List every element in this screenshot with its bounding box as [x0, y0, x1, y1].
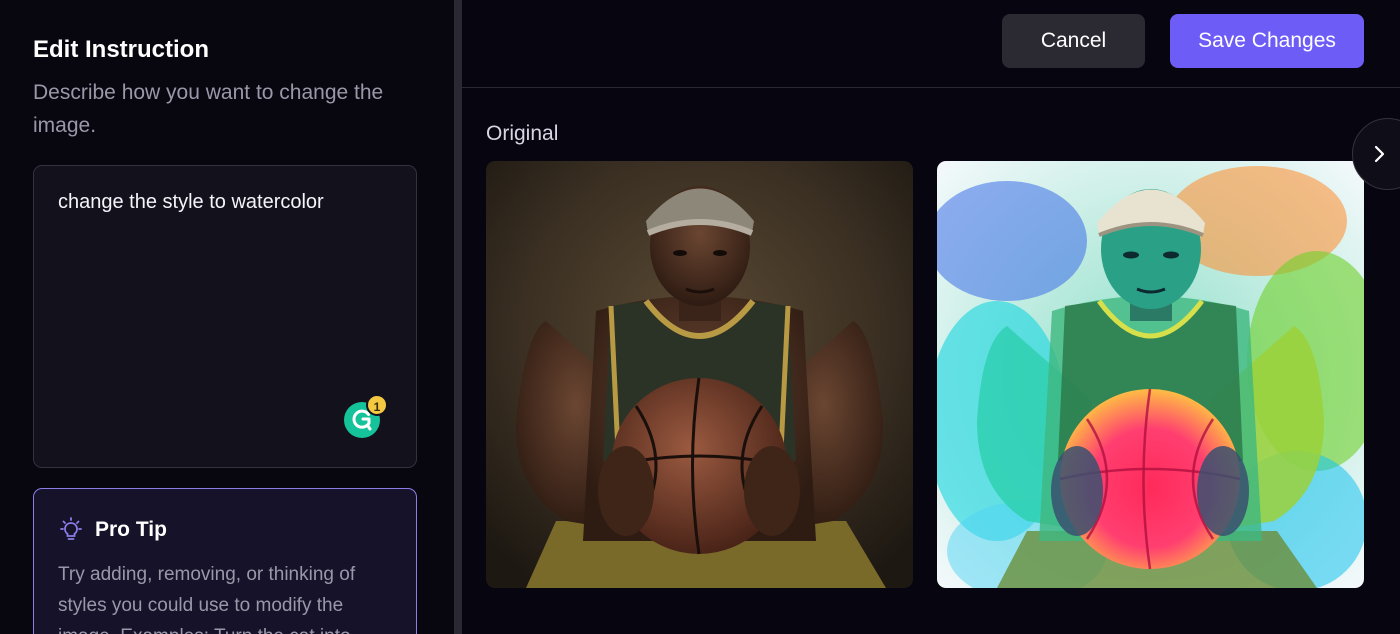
- original-image: [486, 161, 913, 588]
- edited-image: [937, 161, 1364, 588]
- original-label: Original: [486, 122, 559, 145]
- cancel-button[interactable]: Cancel: [1002, 14, 1145, 68]
- chevron-right-icon: [1374, 145, 1385, 163]
- editor-header: Cancel Save Changes: [462, 0, 1400, 88]
- panel-subtitle: Describe how you want to change the imag…: [33, 81, 384, 137]
- instruction-text[interactable]: change the style to watercolor: [58, 188, 396, 216]
- panel-divider[interactable]: [454, 0, 462, 634]
- app: Edit Instruction Describe how you want t…: [0, 0, 1400, 634]
- instruction-textarea[interactable]: change the style to watercolor 1: [33, 165, 417, 468]
- panel-title: Edit Instruction: [33, 36, 209, 63]
- pro-tip-title: Pro Tip: [95, 518, 167, 541]
- grammarly-count-badge: 1: [366, 394, 388, 416]
- pro-tip-card: Pro Tip Try adding, removing, or thinkin…: [33, 488, 417, 634]
- lightbulb-icon: [58, 517, 84, 543]
- pro-tip-text: Try adding, removing, or thinking of sty…: [58, 564, 356, 634]
- instruction-panel: Edit Instruction Describe how you want t…: [0, 0, 454, 634]
- save-changes-button[interactable]: Save Changes: [1170, 14, 1364, 68]
